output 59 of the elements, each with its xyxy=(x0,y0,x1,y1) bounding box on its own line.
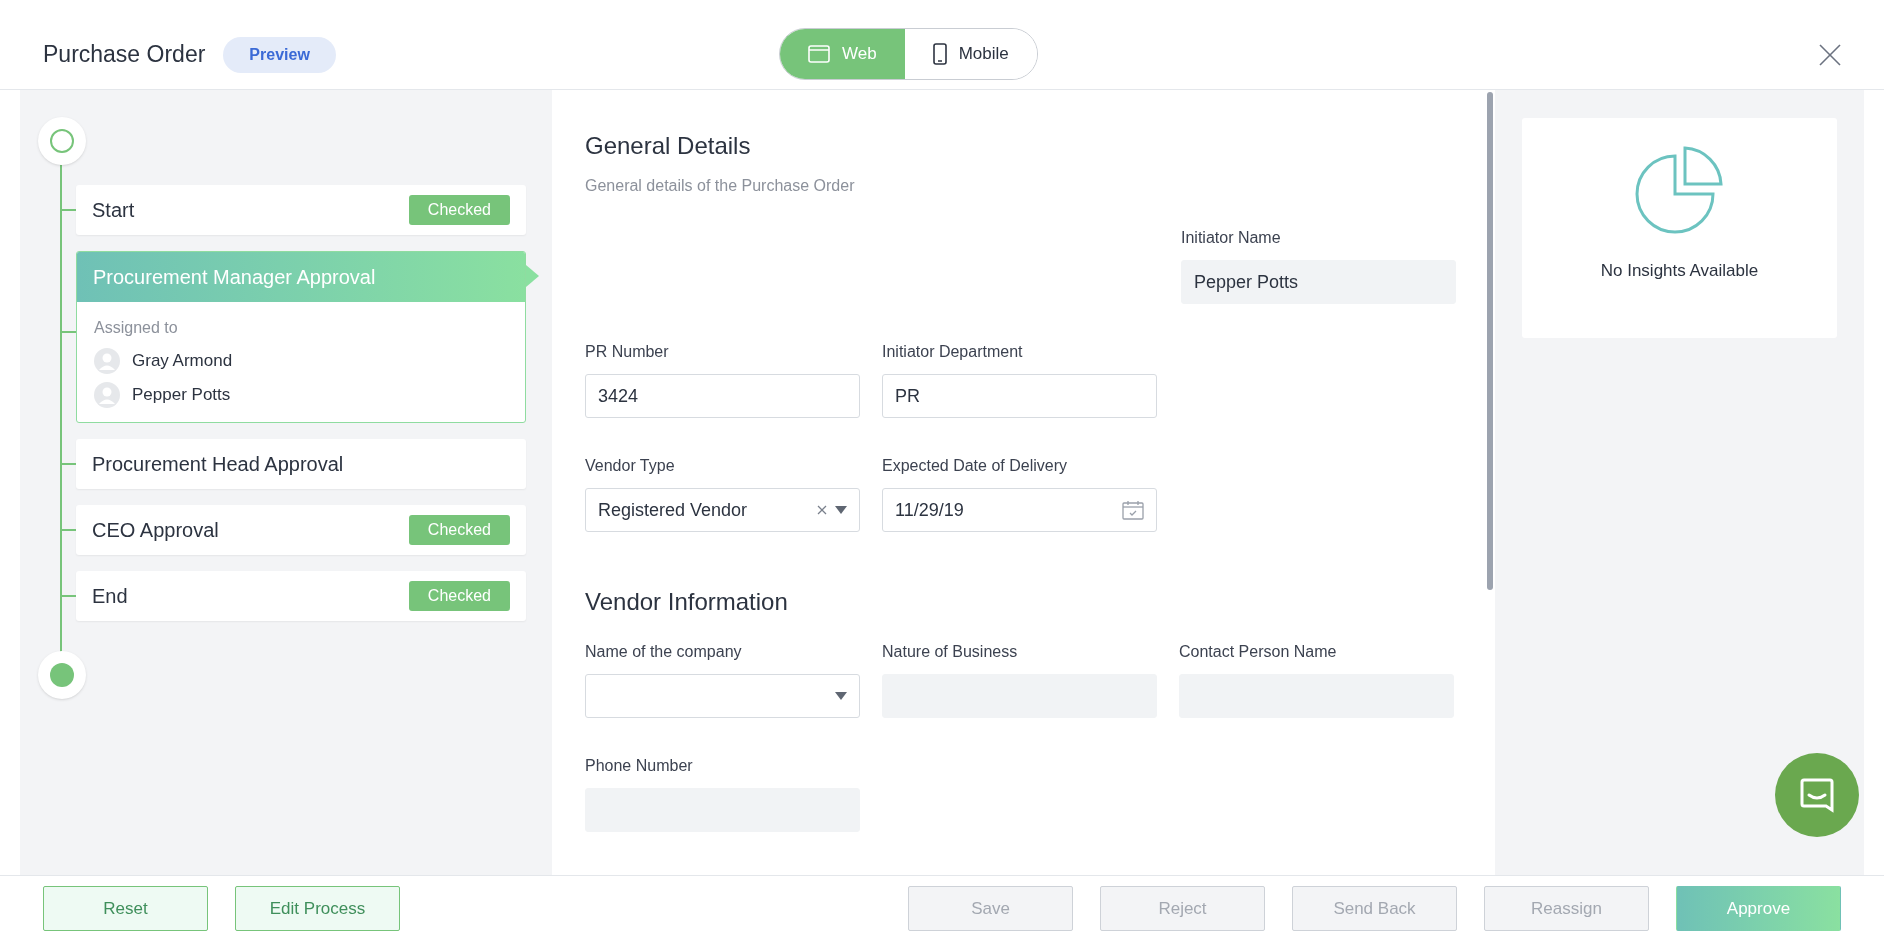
insights-message: No Insights Available xyxy=(1600,260,1759,282)
field-label: Nature of Business xyxy=(882,642,1019,662)
step-title: Procurement Manager Approval xyxy=(93,265,376,290)
scrollbar[interactable] xyxy=(1487,92,1493,590)
timeline-tick xyxy=(61,463,76,465)
field-label: Expected Date of Delivery xyxy=(882,456,1068,476)
close-icon[interactable] xyxy=(1819,44,1841,66)
monitor-icon xyxy=(808,45,830,63)
step-title: CEO Approval xyxy=(92,518,219,543)
input-field[interactable]: 3424 xyxy=(585,374,860,418)
input-field[interactable]: Pepper Potts xyxy=(1181,260,1456,304)
pointer-icon xyxy=(526,265,539,287)
field-label: Vendor Type xyxy=(585,456,676,476)
checked-badge: Checked xyxy=(408,515,510,545)
field-label: PR Number xyxy=(585,342,670,362)
section-title: General Details xyxy=(585,131,752,161)
avatar-icon xyxy=(94,382,120,408)
preview-badge: Preview xyxy=(223,36,336,73)
timeline-tick xyxy=(61,595,76,597)
chat-icon xyxy=(1798,776,1836,814)
input-field[interactable]: PR xyxy=(882,374,1157,418)
field-label: Phone Number xyxy=(585,756,694,776)
checked-badge: Checked xyxy=(408,581,510,611)
field-label: Name of the company xyxy=(585,642,743,662)
pie-chart-icon xyxy=(1634,146,1725,236)
workflow-step[interactable]: Start Checked xyxy=(76,185,526,235)
phone-icon xyxy=(932,43,947,65)
section-subtitle: General details of the Purchase Order xyxy=(585,176,856,196)
date-field[interactable]: 11/29/19 xyxy=(882,488,1157,532)
checked-badge: Checked xyxy=(408,195,510,225)
window-title: Purchase Order xyxy=(43,40,206,70)
section-title: Vendor Information xyxy=(585,587,789,617)
assigned-label: Assigned to xyxy=(94,318,179,338)
field-label: Initiator Name xyxy=(1181,228,1282,248)
timeline-tick xyxy=(61,209,76,211)
timeline-tick xyxy=(61,331,76,333)
field-label: Initiator Department xyxy=(882,342,1024,362)
select-field[interactable] xyxy=(585,674,860,718)
workflow-step[interactable]: Procurement Head Approval xyxy=(76,439,526,489)
field-label: Contact Person Name xyxy=(1179,642,1338,662)
avatar-icon xyxy=(94,348,120,374)
start-node-icon xyxy=(38,117,86,165)
step-title: Start xyxy=(92,198,135,223)
workflow-step[interactable]: Procurement Manager Approval Assigned to Gray Armond Pepper Potts xyxy=(76,251,526,423)
caret-icon[interactable] xyxy=(835,506,847,514)
clear-icon[interactable] xyxy=(817,505,827,515)
end-node-icon xyxy=(38,651,86,699)
timeline-tick xyxy=(61,529,76,531)
caret-icon[interactable] xyxy=(835,692,847,700)
workflow-step[interactable]: End Checked xyxy=(76,571,526,621)
step-title: End xyxy=(92,584,128,609)
calendar-icon[interactable] xyxy=(1122,500,1144,520)
assignee-name: Gray Armond xyxy=(132,350,233,373)
workflow-step[interactable]: CEO Approval Checked xyxy=(76,505,526,555)
select-field[interactable]: Registered Vendor xyxy=(585,488,860,532)
step-title: Procurement Head Approval xyxy=(92,452,344,477)
assignee-name: Pepper Potts xyxy=(132,384,231,407)
action-button[interactable]: Edit Process xyxy=(235,886,400,931)
action-button[interactable]: Reset xyxy=(43,886,208,931)
